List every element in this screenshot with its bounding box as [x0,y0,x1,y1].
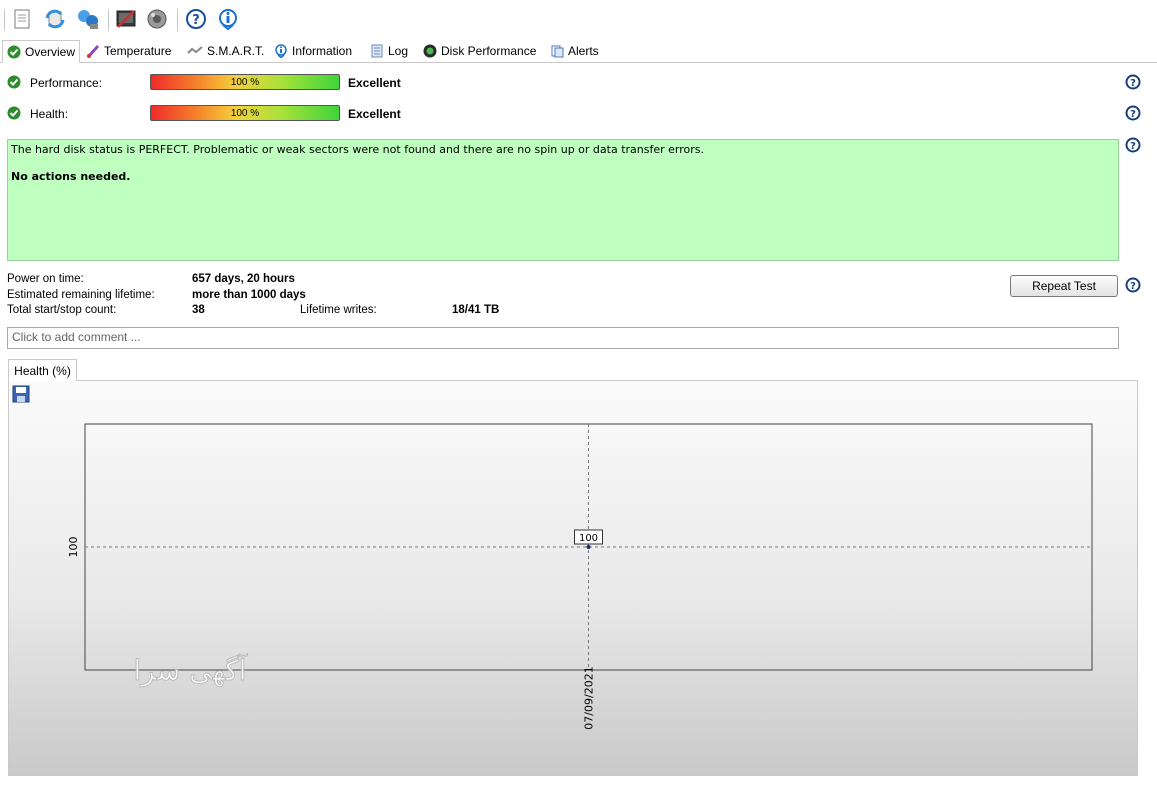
data-point [586,545,591,549]
y-tick-label: 100 [67,537,80,558]
watermark: آگهی سرا [134,654,248,687]
x-tick-label: 07/09/2021 [583,666,596,729]
health-chart: 100 07/09/2021 100 آگهی سرا [67,423,1093,730]
data-label: 100 [579,533,598,544]
